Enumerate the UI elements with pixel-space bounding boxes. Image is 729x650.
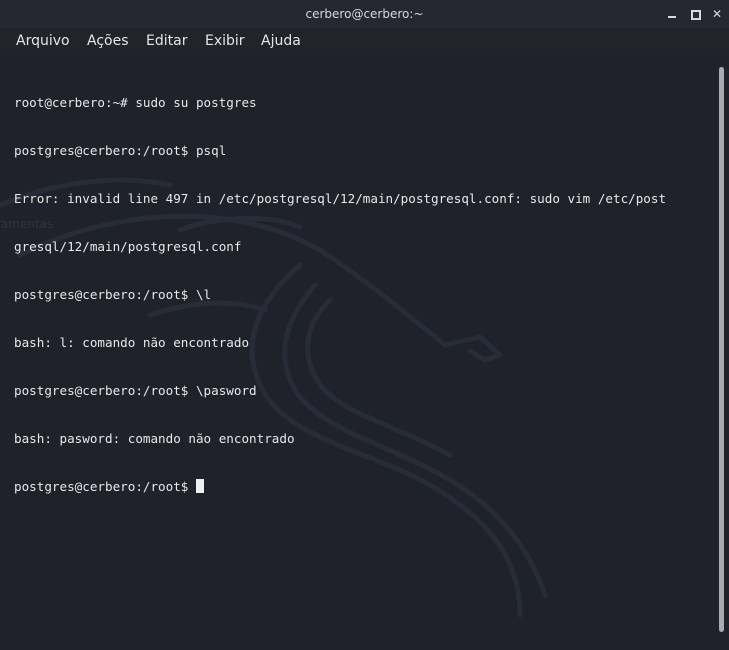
prompt-text: postgres@cerbero:/root$: [14, 479, 196, 494]
menu-arquivo[interactable]: Arquivo: [16, 28, 70, 55]
scrollbar-thumb[interactable]: [719, 67, 724, 632]
terminal-line: bash: l: comando não encontrado: [14, 335, 250, 350]
menu-acoes[interactable]: Ações: [87, 28, 129, 55]
terminal-line: postgres@cerbero:/root$ \l: [14, 287, 212, 302]
menu-exibir[interactable]: Exibir: [205, 28, 245, 55]
menu-bar: Arquivo Ações Editar Exibir Ajuda: [0, 28, 729, 55]
terminal-output[interactable]: root@cerbero:~# sudo su postgres postgre…: [14, 63, 710, 527]
terminal-line: Error: invalid line 497 in /etc/postgres…: [14, 191, 667, 206]
terminal-area[interactable]: ramentas root@cerbero:~# sudo su postgre…: [0, 55, 729, 650]
close-button[interactable]: ✕: [706, 0, 728, 28]
maximize-icon: [691, 10, 701, 20]
window-title: cerbero@cerbero:~: [305, 7, 424, 21]
minimize-icon: [668, 16, 676, 18]
minimize-button[interactable]: [661, 0, 683, 28]
terminal-line: postgres@cerbero:/root$ \pasword: [14, 383, 257, 398]
terminal-line: postgres@cerbero:/root$ psql: [14, 143, 227, 158]
scrollbar[interactable]: [716, 55, 729, 650]
menu-ajuda[interactable]: Ajuda: [261, 28, 301, 55]
maximize-button[interactable]: [684, 0, 706, 28]
menu-editar[interactable]: Editar: [146, 28, 187, 55]
close-icon: ✕: [711, 7, 723, 21]
terminal-window: cerbero@cerbero:~ ✕ Arquivo Ações Editar…: [0, 0, 729, 650]
prompt-line: postgres@cerbero:/root$: [14, 479, 710, 495]
terminal-line: root@cerbero:~# sudo su postgres: [14, 95, 257, 110]
title-bar[interactable]: cerbero@cerbero:~ ✕: [0, 0, 729, 28]
terminal-line: gresql/12/main/postgresql.conf: [14, 239, 242, 254]
text-cursor: [195, 479, 204, 493]
terminal-line: bash: pasword: comando não encontrado: [14, 431, 295, 446]
